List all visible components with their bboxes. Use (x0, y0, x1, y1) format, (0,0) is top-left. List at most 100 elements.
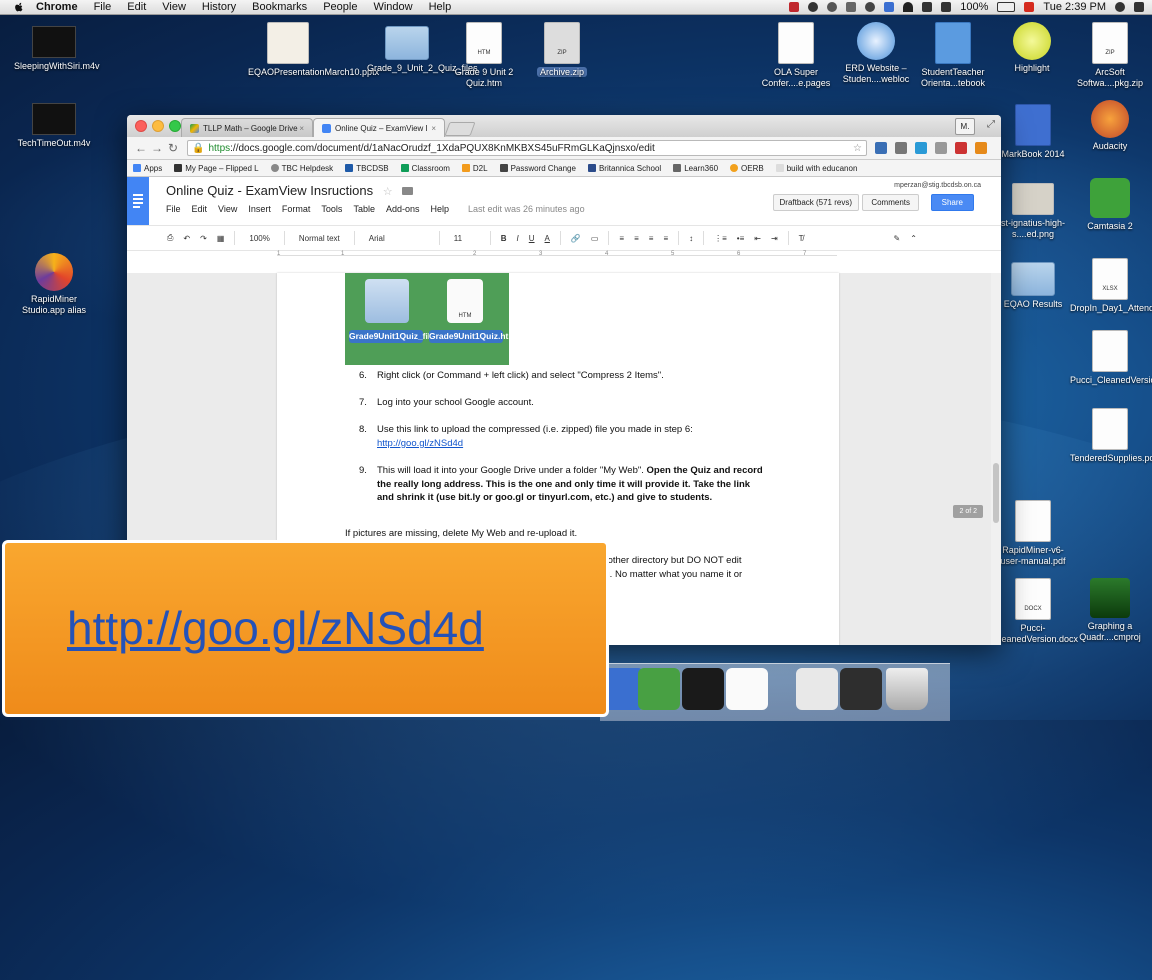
trash-icon[interactable] (886, 668, 928, 710)
desktop-icon-audacity[interactable]: Audacity (1070, 100, 1150, 152)
bookmark-britannica[interactable]: Britannica School (587, 164, 661, 173)
pen-icon[interactable] (922, 2, 933, 12)
draftback-button[interactable]: Draftback (571 revs) (772, 194, 859, 211)
scrollbar-thumb[interactable] (993, 463, 999, 523)
close-tab-icon[interactable]: × (431, 124, 436, 133)
menu-app-name[interactable]: Chrome (36, 1, 78, 13)
menu-clock[interactable]: Tue 2:39 PM (1043, 1, 1106, 13)
desktop-icon-techtimeout[interactable]: TechTimeOut.m4v (14, 103, 94, 149)
underline-button[interactable]: U (529, 234, 535, 243)
last-edit-link[interactable]: Last edit was 26 minutes ago (468, 204, 585, 214)
status-clock-icon[interactable] (827, 2, 838, 12)
document-title[interactable]: Online Quiz - ExamView Insructions ☆ (166, 183, 414, 198)
desktop-icon-arcsoft-zip[interactable]: ZIP ArcSoft Softwa....pkg.zip (1070, 22, 1150, 89)
acrobat-dock-icon[interactable] (726, 668, 768, 710)
documents-stack-dock-icon[interactable] (840, 668, 882, 710)
input-flag-icon[interactable] (1024, 2, 1035, 12)
desktop-icon-quiz-htm[interactable]: HTM Grade 9 Unit 2 Quiz.htm (444, 22, 524, 89)
docs-menu-table[interactable]: Table (353, 204, 375, 214)
bookmark-star-icon[interactable]: ☆ (853, 143, 862, 154)
document-scrollbar[interactable] (991, 273, 1001, 645)
bulleted-list-icon[interactable]: •≡ (737, 234, 744, 243)
bookmark-apps[interactable]: Apps (133, 164, 162, 173)
forward-icon[interactable]: → (149, 141, 165, 155)
undo-icon[interactable]: ↶ (183, 234, 190, 243)
docs-menu-tools[interactable]: Tools (321, 204, 342, 214)
decrease-indent-icon[interactable]: ⇤ (754, 234, 761, 243)
desktop-icon-graphing-cmproj[interactable]: Graphing a Quadr....cmproj (1070, 578, 1150, 643)
menu-bookmarks[interactable]: Bookmarks (252, 1, 307, 13)
menu-people[interactable]: People (323, 1, 357, 13)
document-title-text[interactable]: Online Quiz - ExamView Insructions (166, 183, 373, 198)
minimize-window-button[interactable] (152, 120, 164, 132)
tab-online-quiz[interactable]: Online Quiz – ExamView I × (313, 118, 445, 137)
docs-menu-insert[interactable]: Insert (248, 204, 271, 214)
profile-button[interactable]: M. (955, 118, 975, 135)
paint-format-icon[interactable]: ▦ (217, 234, 225, 243)
align-left-icon[interactable]: ≡ (619, 234, 624, 243)
notification-center-icon[interactable] (1134, 2, 1144, 12)
bookmark-oerb[interactable]: OERB (730, 164, 764, 173)
extension-gear-icon[interactable] (895, 142, 907, 154)
battery-icon[interactable] (997, 2, 1016, 12)
menu-help[interactable]: Help (429, 1, 452, 13)
menu-file[interactable]: File (94, 1, 112, 13)
bookmark-d2l[interactable]: D2L (461, 164, 488, 173)
numbered-list-icon[interactable]: ⋮≡ (714, 234, 727, 243)
docs-menu-view[interactable]: View (218, 204, 237, 214)
wifi-icon[interactable] (903, 2, 914, 12)
move-to-folder-icon[interactable] (402, 187, 414, 195)
docs-menu-edit[interactable]: Edit (192, 204, 208, 214)
star-document-icon[interactable]: ☆ (383, 186, 393, 198)
docs-menu-addons[interactable]: Add-ons (386, 204, 420, 214)
extension-s-icon[interactable] (875, 142, 887, 154)
increase-indent-icon[interactable]: ⇥ (771, 234, 778, 243)
fullscreen-icon[interactable]: ⤢ (987, 119, 995, 130)
callout-short-link[interactable]: http://goo.gl/zNSd4d (67, 601, 484, 655)
pdf-stack-dock-icon[interactable] (796, 668, 838, 710)
status-timemachine-icon[interactable] (865, 2, 876, 12)
line-spacing-icon[interactable]: ↕ (689, 234, 693, 243)
desktop-icon-camtasia[interactable]: Camtasia 2 (1070, 178, 1150, 232)
desktop-icon-archive-zip[interactable]: ZIP Archive.zip (522, 22, 602, 78)
insert-link-icon[interactable]: 🔗 (571, 234, 581, 243)
desktop-icon-st-ignatius-png[interactable]: st-ignatius-high-s....ed.png (993, 183, 1073, 240)
menu-view[interactable]: View (162, 1, 186, 13)
ruler[interactable]: 1 1 2 3 4 5 6 7 (127, 251, 1001, 261)
camtasia-dock-icon[interactable] (638, 668, 680, 710)
new-tab-button[interactable] (444, 122, 476, 136)
text-color-button[interactable]: A (545, 234, 550, 243)
address-bar[interactable]: 🔒 https ://docs.google.com/document/d/1a… (187, 140, 867, 156)
apple-icon[interactable] (12, 1, 26, 13)
chrome-menu-icon[interactable] (975, 142, 987, 154)
back-icon[interactable]: ← (133, 141, 149, 155)
desktop-icon-sleepingwithsiri[interactable]: SleepingWithSiri.m4v (14, 26, 100, 72)
desktop-icon-eqao-pptx[interactable]: EQAOPresentationMarch10.pptx (248, 22, 379, 78)
bluetooth-icon[interactable] (884, 2, 895, 12)
close-tab-icon[interactable]: × (299, 124, 304, 133)
desktop-icon-ola-pages[interactable]: OLA Super Confer....e.pages (756, 22, 836, 89)
desktop-icon-highlight[interactable]: Highlight (992, 22, 1072, 74)
desktop-icon-rapidminer-manual[interactable]: RapidMiner-v6-user-manual.pdf (993, 500, 1073, 567)
bookmark-password-change[interactable]: Password Change (499, 164, 576, 173)
docs-menu-format[interactable]: Format (282, 204, 311, 214)
upload-link[interactable]: http://goo.gl/zNSd4d (377, 438, 463, 449)
comments-button[interactable]: Comments (862, 194, 919, 211)
zoom-select[interactable]: 100% (245, 232, 273, 245)
menu-history[interactable]: History (202, 1, 236, 13)
docs-menu-file[interactable]: File (166, 204, 181, 214)
embedded-screenshot-image[interactable]: HTM Grade9Unit1Quiz_files Grade9Unit1Qui… (345, 273, 516, 365)
clear-formatting-icon[interactable]: T̸ (799, 234, 804, 243)
desktop-icon-quiz-files-folder[interactable]: Grade_9_Unit_2_Quiz_files (367, 26, 478, 74)
redo-icon[interactable]: ↷ (200, 234, 207, 243)
quicktime-dock-icon[interactable] (682, 668, 724, 710)
extension-v-icon[interactable] (915, 142, 927, 154)
align-center-icon[interactable]: ≡ (634, 234, 639, 243)
desktop-icon-pucci-docx[interactable]: DOCX Pucci-CleanedVersion.docx (993, 578, 1078, 645)
desktop-icon-tendered-pdf[interactable]: TenderedSupplies.pdf (1070, 408, 1152, 464)
bookmark-tbcdsb[interactable]: TBCDSB (345, 164, 389, 173)
align-right-icon[interactable]: ≡ (649, 234, 654, 243)
editing-mode-pencil-icon[interactable]: ✎ (894, 234, 901, 243)
align-justify-icon[interactable]: ≡ (663, 234, 668, 243)
desktop-icon-erd-webloc[interactable]: ERD Website – Studen....webloc (836, 22, 916, 85)
